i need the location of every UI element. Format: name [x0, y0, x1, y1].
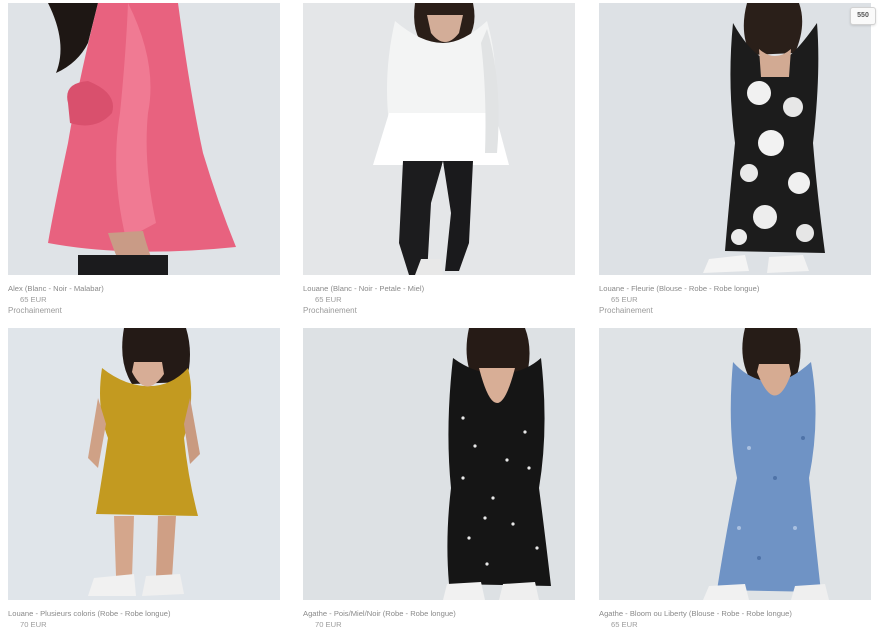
black-floral-long-dress-image	[599, 3, 871, 275]
product-card[interactable]: Louane - Plusieurs coloris (Robe - Robe …	[8, 328, 280, 630]
product-price: 65 EUR	[611, 620, 638, 629]
black-polka-dot-midi-dress-image	[303, 328, 575, 600]
mustard-short-dress-image	[8, 328, 280, 600]
product-status: Prochainement	[303, 306, 357, 315]
product-price: 65 EUR	[315, 295, 342, 304]
product-grid: Alex (Blanc - Noir - Malabar) 65 EUR Pro…	[0, 0, 878, 629]
product-photo-blue-floral-dress[interactable]	[599, 328, 871, 600]
product-photo-mustard-dress[interactable]	[8, 328, 280, 600]
product-status: Prochainement	[599, 306, 653, 315]
product-photo-polka-dot-dress[interactable]	[303, 328, 575, 600]
product-price: 65 EUR	[20, 295, 47, 304]
product-price: 65 EUR	[611, 295, 638, 304]
blue-floral-long-dress-image	[599, 328, 871, 600]
product-photo-white-blouse[interactable]	[303, 3, 575, 275]
product-price: 70 EUR	[315, 620, 342, 629]
product-card[interactable]: Agathe - Bloom ou Liberty (Blouse - Robe…	[599, 328, 871, 630]
product-title[interactable]: Alex (Blanc - Noir - Malabar)	[8, 284, 280, 294]
product-title[interactable]: Louane (Blanc - Noir - Petale - Miel)	[303, 284, 575, 294]
product-price: 70 EUR	[20, 620, 47, 629]
product-title[interactable]: Agathe - Bloom ou Liberty (Blouse - Robe…	[599, 609, 871, 619]
product-status: Prochainement	[8, 306, 62, 315]
product-card[interactable]: Agathe - Pois/Miel/Noir (Robe - Robe lon…	[303, 328, 575, 630]
product-card[interactable]: Louane - Fleurie (Blouse - Robe - Robe l…	[599, 3, 871, 316]
product-photo-pink-blouse[interactable]	[8, 3, 280, 275]
white-peplum-blouse-image	[303, 3, 575, 275]
product-photo-floral-dress[interactable]	[599, 3, 871, 275]
product-card[interactable]: Alex (Blanc - Noir - Malabar) 65 EUR Pro…	[8, 3, 280, 316]
product-title[interactable]: Louane - Fleurie (Blouse - Robe - Robe l…	[599, 284, 871, 294]
product-title[interactable]: Agathe - Pois/Miel/Noir (Robe - Robe lon…	[303, 609, 575, 619]
product-card[interactable]: Louane (Blanc - Noir - Petale - Miel) 65…	[303, 3, 575, 316]
product-title[interactable]: Louane - Plusieurs coloris (Robe - Robe …	[8, 609, 280, 619]
pink-peplum-blouse-image	[8, 3, 280, 275]
count-badge[interactable]: 550	[850, 7, 876, 25]
